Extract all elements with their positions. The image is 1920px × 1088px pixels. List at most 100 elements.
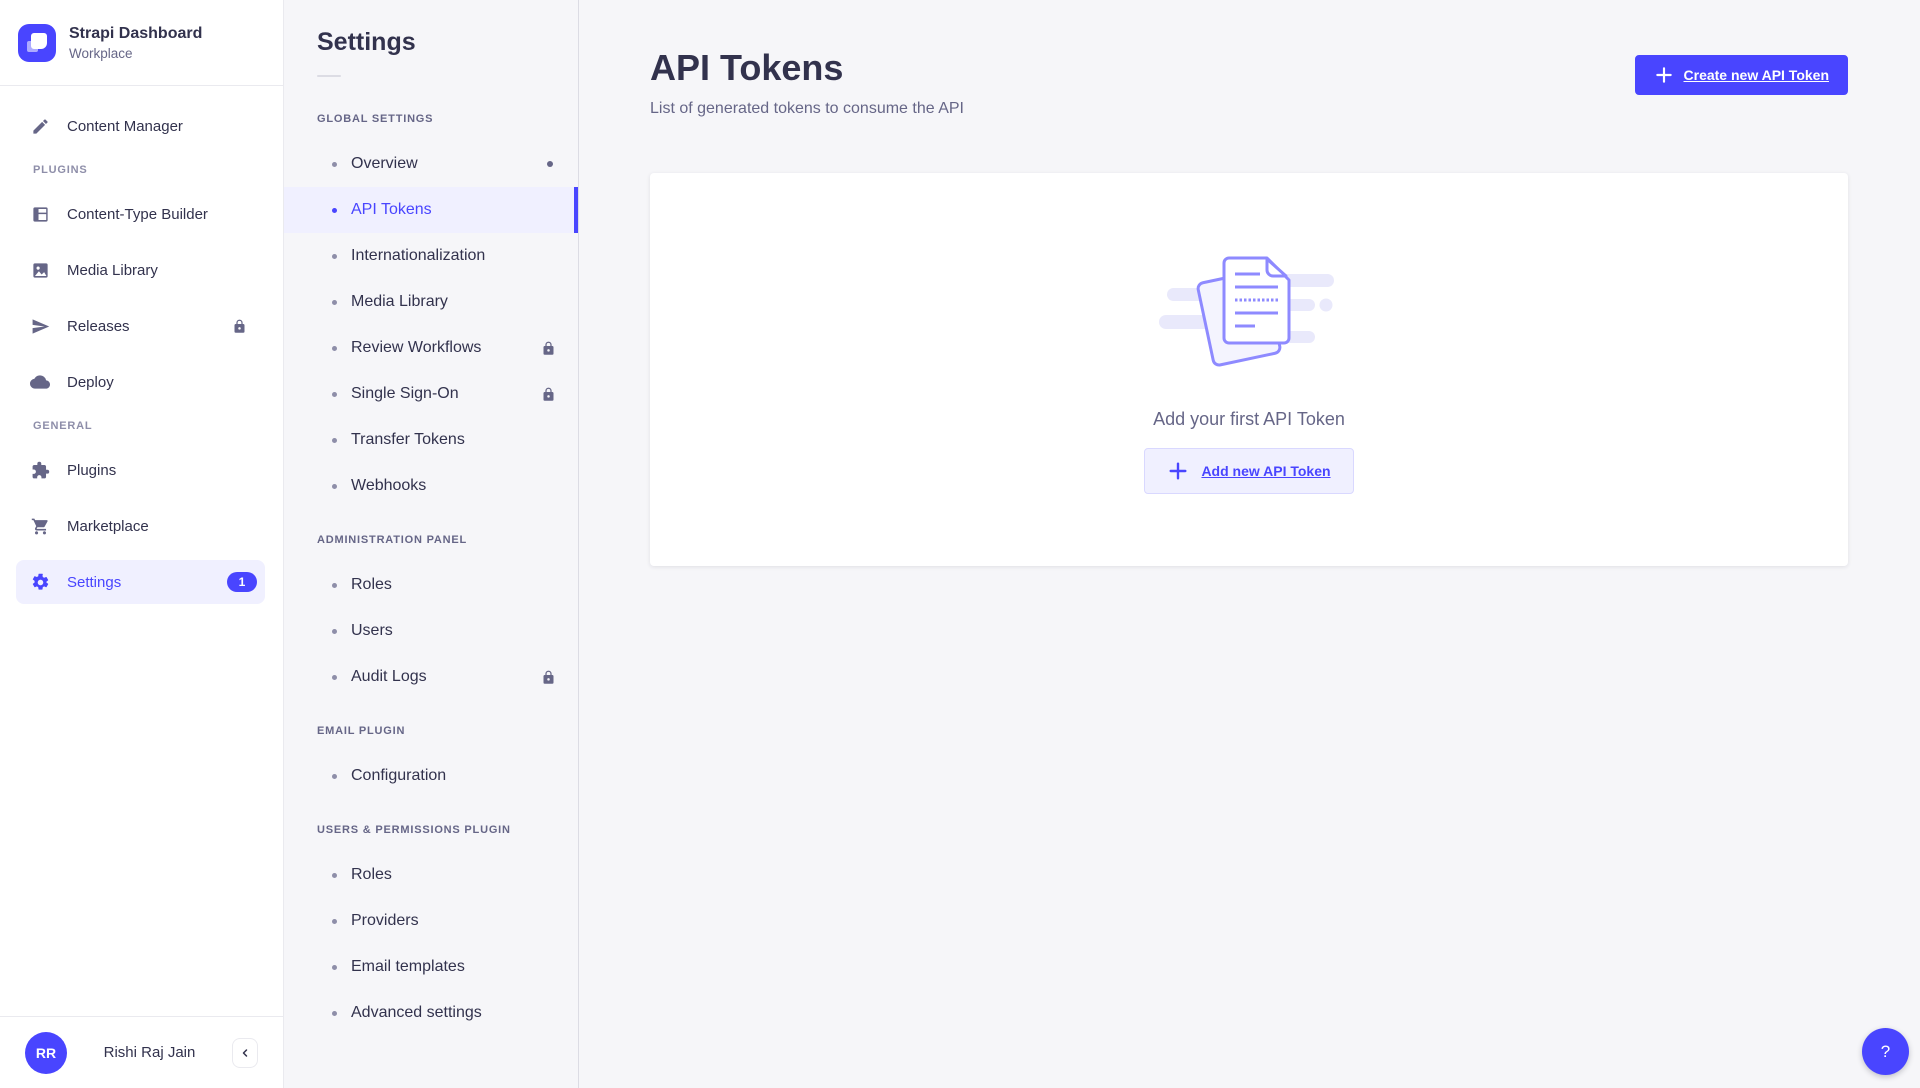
gear-icon [30, 572, 50, 592]
sidebar-item-deploy[interactable]: Deploy [16, 360, 265, 404]
avatar[interactable]: RR [25, 1032, 67, 1074]
create-api-token-button[interactable]: Create new API Token [1635, 55, 1848, 95]
settings-item-roles-admin[interactable]: Roles [284, 562, 578, 608]
strapi-logo-icon [18, 24, 56, 62]
settings-item-webhooks[interactable]: Webhooks [284, 463, 578, 509]
bullet-icon [332, 208, 337, 213]
collapse-sidebar-button[interactable] [232, 1038, 258, 1068]
settings-subnav-title: Settings [317, 28, 578, 57]
settings-item-label: Webhooks [351, 477, 426, 495]
settings-item-email-templates[interactable]: Email templates [284, 944, 578, 990]
workspace-name: Workplace [69, 46, 202, 61]
section-label: GLOBAL SETTINGS [317, 113, 578, 125]
settings-item-label: Configuration [351, 767, 446, 785]
page-header: API Tokens List of generated tokens to c… [650, 0, 1848, 118]
empty-state-message: Add your first API Token [1153, 409, 1345, 430]
settings-notification-badge: 1 [227, 572, 257, 592]
settings-item-overview[interactable]: Overview [284, 141, 578, 187]
layout-icon [30, 204, 50, 224]
bullet-icon [332, 675, 337, 680]
sidebar-item-label: Media Library [67, 262, 265, 279]
settings-section-global: GLOBAL SETTINGS Overview API Tokens Inte… [284, 113, 578, 509]
user-row: RR Rishi Raj Jain [0, 1016, 283, 1088]
settings-item-providers[interactable]: Providers [284, 898, 578, 944]
workspace-switcher[interactable]: Strapi Dashboard Workplace [0, 0, 283, 86]
sidebar-item-label: Content-Type Builder [67, 206, 265, 223]
settings-item-label: Transfer Tokens [351, 431, 465, 449]
bullet-icon [332, 300, 337, 305]
bullet-icon [332, 965, 337, 970]
settings-item-label: Providers [351, 912, 419, 930]
settings-item-label: Single Sign-On [351, 385, 459, 403]
sidebar-item-label: Plugins [67, 462, 265, 479]
lock-icon [541, 341, 556, 356]
sidebar-item-content-manager[interactable]: Content Manager [16, 104, 265, 148]
sidebar-item-plugins[interactable]: Plugins [16, 448, 265, 492]
sidebar-item-content-type-builder[interactable]: Content-Type Builder [16, 192, 265, 236]
settings-item-review-workflows[interactable]: Review Workflows [284, 325, 578, 371]
sidebar-item-marketplace[interactable]: Marketplace [16, 504, 265, 548]
plus-icon [1654, 65, 1674, 85]
sidebar-item-label: Releases [67, 318, 232, 335]
puzzle-icon [30, 460, 50, 480]
section-label: USERS & PERMISSIONS PLUGIN [317, 824, 578, 836]
cart-icon [30, 516, 50, 536]
settings-item-configuration[interactable]: Configuration [284, 753, 578, 799]
settings-subnav: Settings GLOBAL SETTINGS Overview API To… [284, 0, 579, 1088]
help-button[interactable]: ? [1862, 1028, 1909, 1075]
add-api-token-label: Add new API Token [1201, 463, 1330, 479]
settings-item-label: Advanced settings [351, 1004, 482, 1022]
page-title: API Tokens [650, 46, 964, 90]
section-label: ADMINISTRATION PANEL [317, 534, 578, 546]
sidebar-item-label: Content Manager [67, 118, 265, 135]
bullet-icon [332, 583, 337, 588]
settings-item-label: Roles [351, 866, 392, 884]
lock-icon [541, 670, 556, 685]
bullet-icon [332, 438, 337, 443]
add-api-token-button[interactable]: Add new API Token [1144, 448, 1353, 494]
bullet-icon [332, 774, 337, 779]
settings-item-audit-logs[interactable]: Audit Logs [284, 654, 578, 700]
settings-item-roles-up[interactable]: Roles [284, 852, 578, 898]
image-icon [30, 260, 50, 280]
settings-item-label: Users [351, 622, 393, 640]
pen-icon [30, 116, 50, 136]
settings-item-label: Audit Logs [351, 668, 427, 686]
settings-item-label: Review Workflows [351, 339, 481, 357]
settings-item-label: Media Library [351, 293, 448, 311]
paper-plane-icon [30, 316, 50, 336]
settings-item-users[interactable]: Users [284, 608, 578, 654]
settings-section-administration: ADMINISTRATION PANEL Roles Users Audit L… [284, 534, 578, 700]
settings-section-users-permissions: USERS & PERMISSIONS PLUGIN Roles Provide… [284, 824, 578, 1036]
settings-item-single-sign-on[interactable]: Single Sign-On [284, 371, 578, 417]
settings-item-label: Email templates [351, 958, 465, 976]
settings-section-email-plugin: EMAIL PLUGIN Configuration [284, 725, 578, 799]
settings-item-transfer-tokens[interactable]: Transfer Tokens [284, 417, 578, 463]
bullet-icon [332, 1011, 337, 1016]
sidebar-item-label: Deploy [67, 374, 265, 391]
bullet-icon [332, 162, 337, 167]
page-subtitle: List of generated tokens to consume the … [650, 100, 964, 118]
lock-icon [232, 319, 247, 334]
settings-item-api-tokens[interactable]: API Tokens [284, 187, 578, 233]
bullet-icon [332, 392, 337, 397]
main-content: API Tokens List of generated tokens to c… [579, 0, 1920, 1088]
sidebar-item-settings[interactable]: Settings 1 [16, 560, 265, 604]
sidebar-section-general: GENERAL [33, 420, 283, 432]
plus-icon [1167, 460, 1189, 482]
sidebar-item-releases[interactable]: Releases [16, 304, 265, 348]
bullet-icon [332, 629, 337, 634]
settings-item-advanced-settings[interactable]: Advanced settings [284, 990, 578, 1036]
bullet-icon [332, 484, 337, 489]
notification-dot-icon [547, 161, 553, 167]
lock-icon [541, 387, 556, 402]
sidebar-item-media-library[interactable]: Media Library [16, 248, 265, 292]
title-divider [317, 75, 341, 77]
chevron-left-icon [239, 1047, 251, 1059]
bullet-icon [332, 346, 337, 351]
settings-item-media-library[interactable]: Media Library [284, 279, 578, 325]
sidebar-item-label: Marketplace [67, 518, 265, 535]
settings-item-internationalization[interactable]: Internationalization [284, 233, 578, 279]
bullet-icon [332, 254, 337, 259]
user-name: Rishi Raj Jain [67, 1044, 232, 1061]
